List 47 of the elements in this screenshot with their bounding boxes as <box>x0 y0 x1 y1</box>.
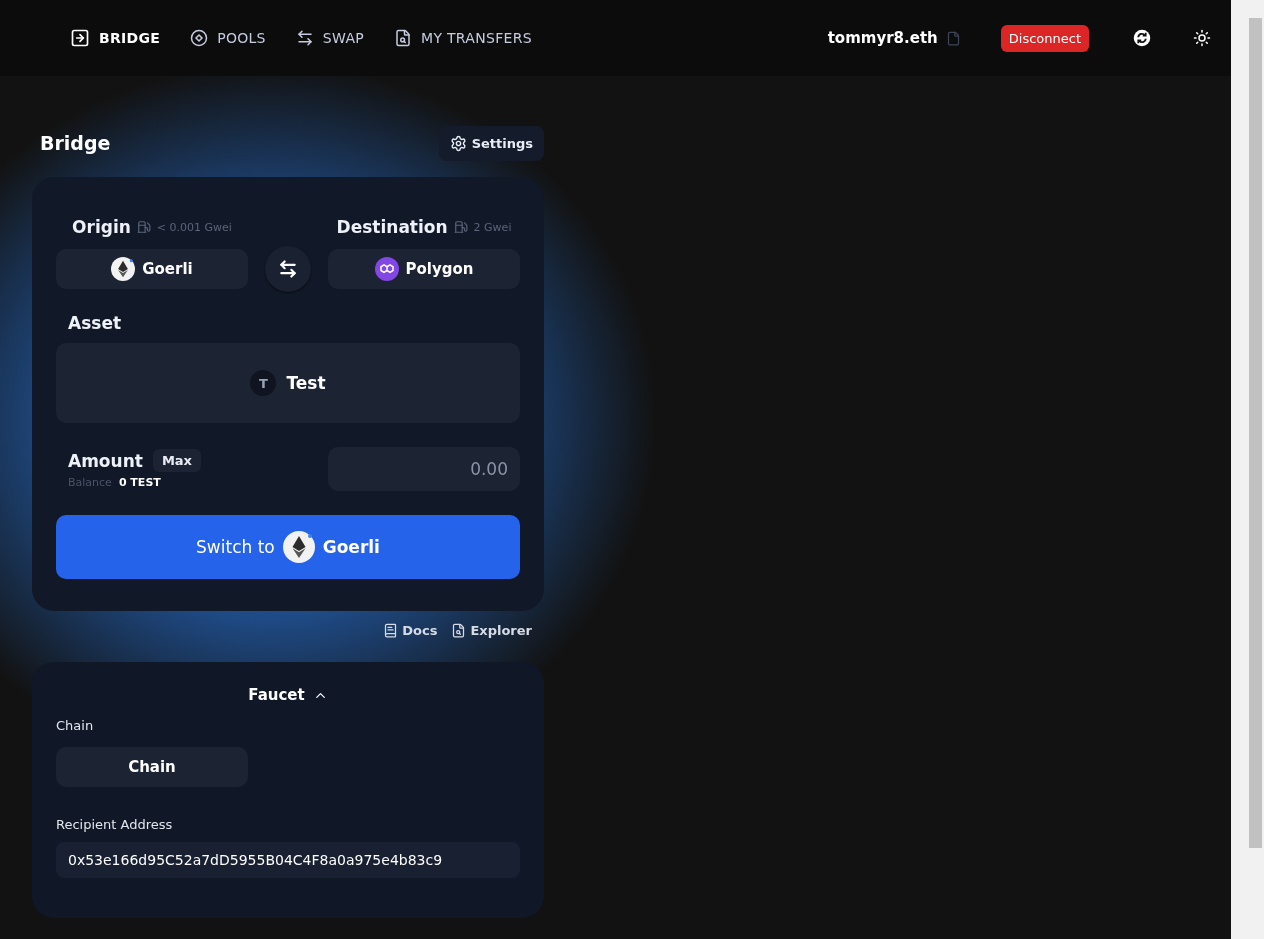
chain-field-label: Chain <box>56 718 95 733</box>
asset-selector[interactable]: T Test <box>56 343 520 423</box>
book-icon <box>383 623 399 638</box>
chain-selector[interactable]: Chain <box>56 747 248 787</box>
account-name: tommyr8.eth <box>827 29 938 47</box>
swap-arrows-icon <box>295 29 314 47</box>
asset-label: Asset <box>68 313 122 333</box>
swap-chains-button[interactable] <box>265 246 311 292</box>
gas-price: 2 Gwei <box>473 220 512 234</box>
max-button[interactable]: Max <box>152 449 201 472</box>
nav-tab[interactable]: SWAP <box>295 29 364 47</box>
recipient-label: Recipient Address <box>56 817 174 832</box>
fuel-pump-icon <box>453 220 468 234</box>
amount-input[interactable]: 0.00 <box>328 447 520 491</box>
footer-link[interactable]: Explorer <box>451 623 532 638</box>
scrollbar-thumb[interactable] <box>1249 18 1262 848</box>
chain-selector[interactable]: Goerli <box>56 249 248 289</box>
switch-network-button[interactable]: Switch to Goerli <box>56 515 520 579</box>
page-title: Bridge <box>40 132 111 154</box>
recipient-address-field[interactable]: 0x53e166d95C52a7dD5955B04C4F8a0a975e4b83c9 <box>56 842 520 878</box>
amount-label: Amount <box>68 450 143 471</box>
file-search-icon <box>394 29 412 47</box>
chain-selector[interactable]: Polygon <box>328 249 520 289</box>
swap-arrows-icon <box>278 259 298 279</box>
token-icon: T <box>250 370 277 396</box>
network-switch-icon[interactable] <box>1133 29 1151 47</box>
balance-value: 0 TEST <box>118 476 161 489</box>
fuel-pump-icon <box>136 220 151 234</box>
faucet-toggle[interactable]: Faucet <box>248 686 328 704</box>
footer-link[interactable]: Docs <box>383 623 438 638</box>
chain-label: Origin <box>72 217 131 237</box>
nav-tab[interactable]: MY TRANSFERS <box>394 29 532 47</box>
chain-label: Destination <box>336 217 448 237</box>
settings-button[interactable]: Settings <box>438 125 544 161</box>
arrow-square-icon <box>70 28 90 48</box>
file-search-icon <box>451 623 467 638</box>
nav-tab[interactable]: POOLS <box>190 29 266 47</box>
ethereum-logo-icon <box>111 257 136 281</box>
disconnect-button[interactable]: Disconnect <box>1000 24 1089 52</box>
scrollbar[interactable] <box>1231 0 1264 939</box>
ethereum-logo-icon <box>282 531 315 563</box>
nav-tab[interactable]: BRIDGE <box>70 28 161 48</box>
theme-toggle-icon[interactable] <box>1193 29 1211 47</box>
gas-price: < 0.001 Gwei <box>156 220 232 234</box>
settings-icon <box>449 134 467 152</box>
balance-label: Balance <box>68 476 112 489</box>
polygon-logo-icon <box>374 257 399 281</box>
